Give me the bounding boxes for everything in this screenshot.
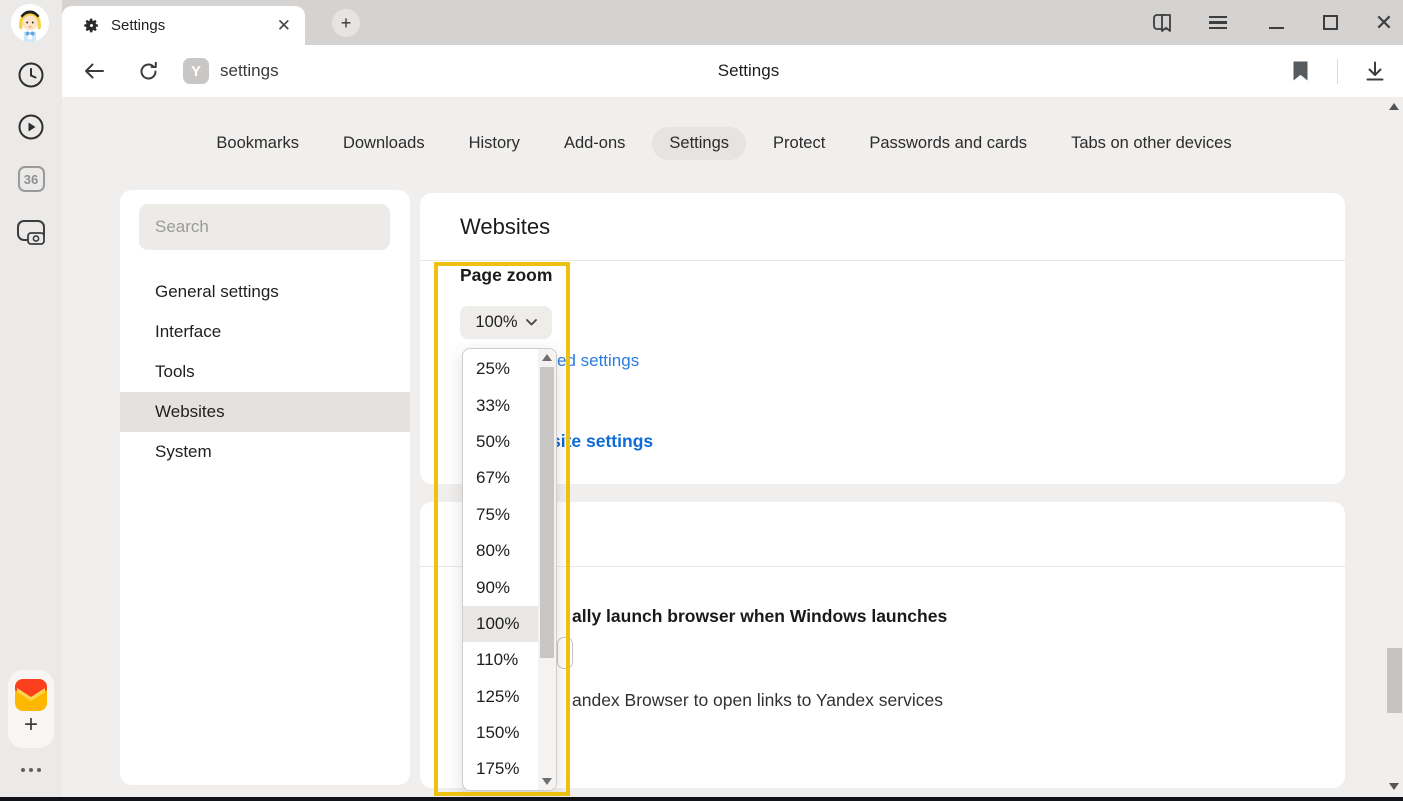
bookmarks-panel-button[interactable] (1143, 0, 1183, 45)
hidden-dropdown-edge (557, 637, 573, 669)
autolaunch-label-partial: ally launch browser when Windows launche… (572, 606, 947, 627)
zoom-option[interactable]: 25% (463, 351, 539, 387)
zoom-option[interactable]: 67% (463, 460, 539, 496)
close-button[interactable]: ✕ (1364, 0, 1403, 45)
bookmark-icon (1292, 60, 1309, 82)
zoom-option[interactable]: 175% (463, 751, 539, 787)
tab-title: Settings (111, 17, 277, 34)
zoom-option[interactable]: 110% (463, 642, 539, 678)
avatar[interactable] (11, 4, 49, 42)
new-tab-button[interactable]: + (332, 9, 360, 37)
browser-window: 36 + (0, 0, 1403, 801)
gear-icon (83, 17, 100, 34)
window-bottom-edge (0, 797, 1403, 801)
video-play-icon[interactable] (0, 113, 62, 141)
bookmarks-panel-icon (1151, 11, 1175, 35)
nav-tab[interactable]: Downloads (326, 127, 442, 160)
yandex-links-label-partial: andex Browser to open links to Yandex se… (572, 690, 943, 711)
settings-nav: Bookmarks Downloads History Add-ons Sett… (62, 127, 1386, 160)
page-zoom-value: 100% (475, 313, 517, 332)
divider (1337, 59, 1338, 84)
zoom-option[interactable]: 125% (463, 679, 539, 715)
pinned-apps-panel: + (8, 670, 54, 748)
nav-tab[interactable]: Tabs on other devices (1054, 127, 1249, 160)
nav-tab[interactable]: Add-ons (547, 127, 642, 160)
browser-sidebar: 36 + (0, 0, 62, 797)
page-zoom-dropdown: 25% 33% 50% 67% 75% (462, 348, 557, 791)
dropdown-scrollbar[interactable] (538, 349, 556, 790)
settings-menu-item[interactable]: Interface (120, 312, 410, 352)
site-settings-link-partial[interactable]: site settings (551, 431, 653, 452)
page-zoom-select[interactable]: 100% (460, 306, 552, 339)
dot-icon (29, 768, 33, 772)
add-app-button[interactable]: + (0, 713, 62, 737)
scroll-up-icon[interactable] (1389, 103, 1399, 110)
zoom-options-list: 25% 33% 50% 67% 75% (463, 351, 539, 788)
settings-menu-item[interactable]: Tools (120, 352, 410, 392)
page-title: Settings (62, 45, 1403, 97)
yandex-mail-icon[interactable] (0, 678, 62, 712)
advanced-settings-link-partial[interactable]: ed settings (557, 351, 639, 371)
history-clock-icon[interactable] (0, 61, 62, 89)
scroll-thumb[interactable] (540, 367, 554, 658)
tab-close-icon[interactable]: ✕ (277, 16, 291, 36)
zoom-option[interactable]: 90% (463, 569, 539, 605)
divider (420, 260, 1345, 261)
settings-page: Bookmarks Downloads History Add-ons Sett… (62, 97, 1403, 797)
maximize-icon (1323, 15, 1338, 30)
zoom-option[interactable]: 75% (463, 497, 539, 533)
settings-menu-item[interactable]: General settings (120, 272, 410, 312)
address-bar: Y settings Settings (62, 45, 1403, 97)
dot-icon (21, 768, 25, 772)
websites-card: Websites ed settings site settings (420, 193, 1345, 484)
nav-tab[interactable]: Bookmarks (199, 127, 316, 160)
settings-menu: General settings Interface Tools Website… (120, 272, 410, 472)
menu-icon (1209, 12, 1227, 33)
bookmark-button[interactable] (1280, 45, 1320, 97)
minimize-icon (1269, 27, 1284, 29)
section-heading: Websites (460, 214, 550, 240)
page-scroll-thumb[interactable] (1387, 648, 1402, 713)
zoom-option[interactable]: 33% (463, 387, 539, 423)
close-icon: ✕ (1375, 10, 1393, 36)
plus-icon: + (24, 713, 38, 737)
screenshot-camera-icon[interactable] (0, 218, 62, 246)
nav-tab[interactable]: Passwords and cards (852, 127, 1044, 160)
avatar-girl-icon (11, 4, 49, 42)
zoom-option[interactable]: 50% (463, 424, 539, 460)
settings-sidebar-card: General settings Interface Tools Website… (120, 190, 410, 785)
menu-button[interactable] (1198, 0, 1238, 45)
tab-settings[interactable]: Settings ✕ (62, 6, 305, 45)
download-icon (1364, 60, 1386, 82)
maximize-button[interactable] (1310, 0, 1350, 45)
tab-strip: Settings ✕ + ✕ (62, 0, 1403, 45)
page-zoom-label: Page zoom (460, 265, 552, 286)
scroll-up-icon[interactable] (542, 354, 552, 361)
nav-tab[interactable]: Protect (756, 127, 842, 160)
plus-icon: + (341, 13, 352, 34)
badge-36-label: 36 (18, 166, 45, 192)
search-box (139, 204, 390, 250)
scroll-down-icon[interactable] (542, 778, 552, 785)
nav-tab[interactable]: History (452, 127, 537, 160)
sidebar-more-button[interactable] (0, 768, 62, 772)
page-scrollbar[interactable] (1386, 97, 1403, 797)
zoom-option[interactable]: 80% (463, 533, 539, 569)
divider (420, 566, 1345, 567)
settings-menu-item[interactable]: Websites (120, 392, 410, 432)
minimize-button[interactable] (1256, 0, 1296, 45)
zoom-option[interactable]: 100% (463, 606, 539, 642)
tableau-36-badge[interactable]: 36 (0, 166, 62, 192)
zoom-option[interactable]: 150% (463, 715, 539, 751)
search-input[interactable] (139, 204, 390, 250)
nav-tab[interactable]: Settings (652, 127, 746, 160)
downloads-button[interactable] (1355, 45, 1395, 97)
scroll-down-icon[interactable] (1389, 783, 1399, 790)
settings-menu-item[interactable]: System (120, 432, 410, 472)
dot-icon (37, 768, 41, 772)
chevron-down-icon (526, 319, 537, 326)
